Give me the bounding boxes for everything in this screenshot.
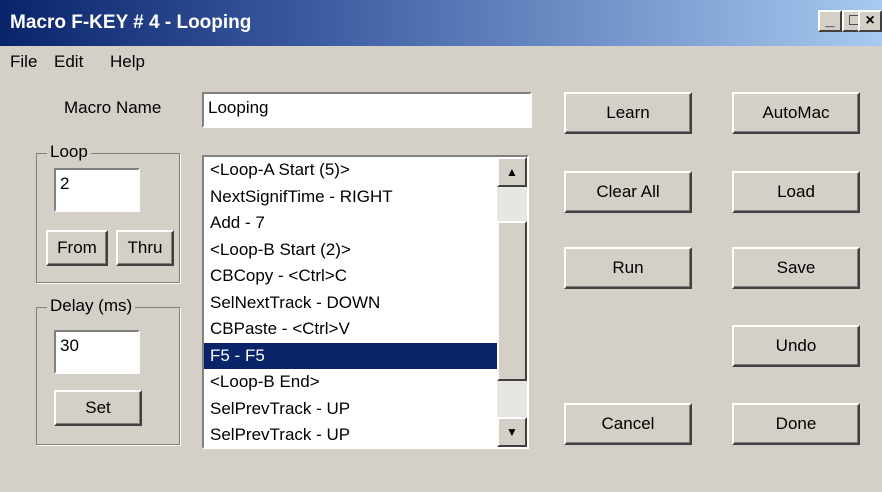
list-item[interactable]: SelNextTrack - DOWN	[204, 290, 498, 317]
automac-button[interactable]: AutoMac	[732, 92, 860, 134]
thru-button[interactable]: Thru	[116, 230, 174, 266]
window-title: Macro F-KEY # 4 - Looping	[10, 12, 252, 33]
list-item[interactable]: NextSignifTime - RIGHT	[204, 184, 498, 211]
load-button[interactable]: Load	[732, 171, 860, 213]
learn-button[interactable]: Learn	[564, 92, 692, 134]
delay-input[interactable]: 30	[54, 330, 140, 374]
loop-count-input[interactable]: 2	[54, 168, 140, 212]
set-button[interactable]: Set	[54, 390, 142, 426]
scroll-up-button[interactable]: ▲	[497, 157, 527, 187]
menu-help[interactable]: Help	[110, 52, 145, 72]
menu-file[interactable]: File	[10, 52, 37, 72]
macro-list-items: <Loop-A Start (5)> NextSignifTime - RIGH…	[204, 157, 498, 447]
macro-list[interactable]: <Loop-A Start (5)> NextSignifTime - RIGH…	[202, 155, 529, 449]
delay-group-label: Delay (ms)	[47, 296, 136, 316]
list-item[interactable]: Add - 7	[204, 210, 498, 237]
list-scrollbar[interactable]: ▲ ▼	[497, 157, 527, 447]
minimize-icon: _	[825, 12, 835, 29]
done-button[interactable]: Done	[732, 403, 860, 445]
macro-name-label: Macro Name	[64, 98, 162, 117]
scroll-down-icon: ▼	[506, 425, 518, 439]
list-item[interactable]: <Loop-B End>	[204, 369, 498, 396]
close-icon: ×	[865, 12, 875, 29]
close-button[interactable]: ×	[858, 10, 882, 32]
from-button[interactable]: From	[46, 230, 108, 266]
macro-name-input[interactable]: Looping	[202, 92, 532, 128]
save-button[interactable]: Save	[732, 247, 860, 289]
list-item[interactable]: SelPrevTrack - UP	[204, 396, 498, 423]
cancel-button[interactable]: Cancel	[564, 403, 692, 445]
list-item[interactable]: CBCopy - <Ctrl>C	[204, 263, 498, 290]
list-item[interactable]: SelPrevTrack - UP	[204, 422, 498, 447]
run-button[interactable]: Run	[564, 247, 692, 289]
scroll-up-icon: ▲	[506, 165, 518, 179]
loop-group-label: Loop	[47, 142, 91, 162]
list-item[interactable]: <Loop-A Start (5)>	[204, 157, 498, 184]
undo-button[interactable]: Undo	[732, 325, 860, 367]
menu-edit[interactable]: Edit	[54, 52, 83, 72]
list-item[interactable]: <Loop-B Start (2)>	[204, 237, 498, 264]
scroll-down-button[interactable]: ▼	[497, 417, 527, 447]
list-item-selected[interactable]: F5 - F5	[204, 342, 498, 369]
clear-all-button[interactable]: Clear All	[564, 171, 692, 213]
title-bar: Macro F-KEY # 4 - Looping _ □ ×	[0, 0, 882, 46]
list-item[interactable]: CBPaste - <Ctrl>V	[204, 316, 498, 343]
minimize-button[interactable]: _	[818, 10, 842, 32]
scroll-thumb[interactable]	[497, 221, 527, 381]
